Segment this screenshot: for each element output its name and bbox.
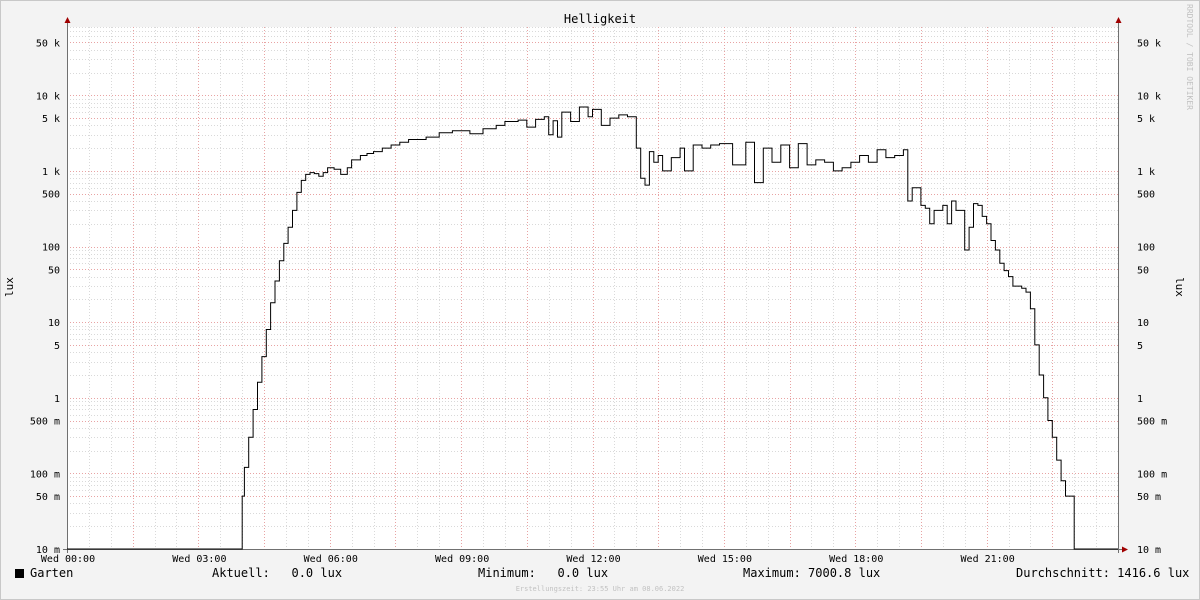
x-tick-label: Wed 21:00 [961, 554, 1015, 565]
y-tick-label-left: 50 k [36, 38, 60, 49]
x-axis-arrow [1122, 546, 1128, 553]
legend-durchschnitt: Durchschnitt: 1416.6 lux [1016, 566, 1190, 580]
y-axis-label-left: lux [3, 277, 16, 297]
y-tick-label-left: 50 [48, 265, 60, 276]
y-tick-label-right: 1 [1137, 394, 1143, 405]
y-tick-label-left: 5 k [42, 114, 60, 125]
x-tick-label: Wed 15:00 [698, 554, 752, 565]
y-tick-label-right: 500 m [1137, 417, 1167, 428]
legend-series-name: Garten [30, 566, 74, 580]
x-tick-label: Wed 06:00 [304, 554, 358, 565]
y-tick-label-left: 500 m [30, 417, 60, 428]
y-axis-arrow-left [64, 17, 71, 23]
y-tick-label-right: 1 k [1137, 167, 1155, 178]
legend-minimum: Minimum: 0.0 lux [478, 566, 609, 580]
x-tick-label: Wed 03:00 [172, 554, 226, 565]
legend-aktuell: Aktuell: 0.0 lux [212, 566, 343, 580]
legend: Garten Aktuell: 0.0 lux Minimum: 0.0 lux… [0, 566, 1200, 584]
y-axis-label-right: lux [1173, 277, 1186, 297]
y-tick-label-left: 100 [42, 243, 60, 254]
chart: 10 m 50 m 100 m 500 m 1 5 10 50 100 500 1 k 5 k 10 k… [3, 4, 1194, 565]
y-tick-label-right: 5 k [1137, 114, 1155, 125]
x-tick-label: Wed 00:00 [41, 554, 95, 565]
y-tick-label-right: 100 m [1137, 469, 1167, 480]
x-tick-label: Wed 18:00 [829, 554, 883, 565]
legend-swatch [15, 569, 24, 578]
y-tick-label-left: 100 m [30, 469, 60, 480]
y-tick-labels-left: 10 m50 m100 m500 m1510501005001 k5 k10 k… [30, 38, 60, 556]
chart-title: Helligkeit [564, 12, 636, 26]
y-tick-label-left: 1 [54, 394, 60, 405]
y-tick-label-right: 500 [1137, 190, 1155, 201]
y-tick-label-left: 10 [48, 318, 60, 329]
y-tick-labels-right: 10 m 50 m 100 m 500 m 1 5 10 50 100 500 1 k 5 k 10 k… [1137, 38, 1167, 556]
plot-background [67, 27, 1118, 549]
y-tick-label-right: 100 [1137, 243, 1155, 254]
y-tick-label-right: 10 [1137, 318, 1149, 329]
legend-maximum: Maximum: 7000.8 lux [743, 566, 881, 580]
y-tick-label-right: 10 m [1137, 545, 1161, 556]
y-axis-arrow-right [1115, 17, 1122, 23]
y-tick-label-left: 500 [42, 190, 60, 201]
y-tick-label-left: 10 k [36, 91, 60, 102]
y-tick-label-left: 50 m [36, 492, 60, 503]
x-tick-label: Wed 12:00 [566, 554, 620, 565]
y-tick-label-left: 5 [54, 341, 60, 352]
y-tick-label-right: 50 k [1137, 38, 1161, 49]
y-tick-label-right: 5 [1137, 341, 1143, 352]
plot-area [67, 27, 1118, 549]
footer-timestamp: Erstellungszeit: 23:55 Uhr am 08.06.2022 [515, 585, 685, 593]
x-tick-labels: Wed 00:00 Wed 03:00 Wed 06:00 Wed 09:00 Wed … [41, 554, 1015, 565]
rrdtool-credit: RRDTOOL / TOBI OETIKER [1185, 4, 1194, 110]
y-tick-label-right: 50 m [1137, 492, 1161, 503]
y-tick-label-right: 50 [1137, 265, 1149, 276]
y-tick-label-right: 10 k [1137, 91, 1161, 102]
x-tick-label: Wed 09:00 [435, 554, 489, 565]
y-tick-label-left: 1 k [42, 167, 60, 178]
